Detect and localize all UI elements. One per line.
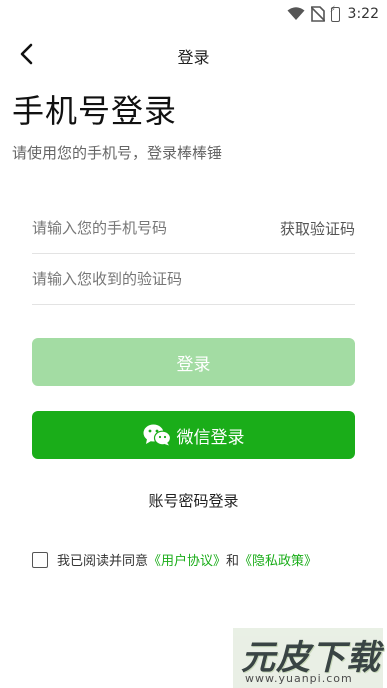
code-field xyxy=(32,254,355,305)
wechat-icon xyxy=(143,424,171,446)
privacy-policy-link[interactable]: 《隐私政策》 xyxy=(239,550,317,569)
account-password-login-link[interactable]: 账号密码登录 xyxy=(0,490,387,511)
watermark: 元皮下载 www.yuanpi.com xyxy=(233,628,383,688)
wechat-login-button[interactable]: 微信登录 xyxy=(32,411,355,459)
agreement-prefix: 我已阅读并同意 xyxy=(57,554,149,569)
phone-field: 获取验证码 xyxy=(32,203,355,254)
status-time: 3:22 xyxy=(347,6,379,22)
code-input[interactable] xyxy=(32,264,252,294)
page-title: 手机号登录 xyxy=(12,92,178,130)
header-title: 登录 xyxy=(177,48,210,67)
get-code-button[interactable]: 获取验证码 xyxy=(280,218,355,239)
wifi-icon xyxy=(287,7,305,20)
login-button[interactable]: 登录 xyxy=(32,338,355,386)
agreement-and: 和 xyxy=(226,554,240,569)
watermark-url: www.yuanpi.com xyxy=(245,672,353,685)
wechat-login-label: 微信登录 xyxy=(176,427,245,448)
battery-icon: ⚡ xyxy=(329,4,340,22)
status-icons: ⚡ 3:22 xyxy=(287,4,379,24)
top-bar: 登录 xyxy=(0,34,387,74)
battery-charging-glyph: ⚡ xyxy=(329,4,336,15)
status-bar: ⚡ 3:22 xyxy=(0,0,387,28)
user-agreement-link[interactable]: 《用户协议》 xyxy=(148,550,226,569)
phone-input[interactable] xyxy=(32,213,252,243)
no-sim-icon xyxy=(310,6,325,22)
agreement-row: 我已阅读并同意 《用户协议》 和 《隐私政策》 xyxy=(32,550,317,569)
page-subtitle: 请使用您的手机号，登录棒棒锤 xyxy=(12,144,223,162)
login-button-label: 登录 xyxy=(176,354,211,375)
agreement-checkbox[interactable] xyxy=(32,551,48,568)
